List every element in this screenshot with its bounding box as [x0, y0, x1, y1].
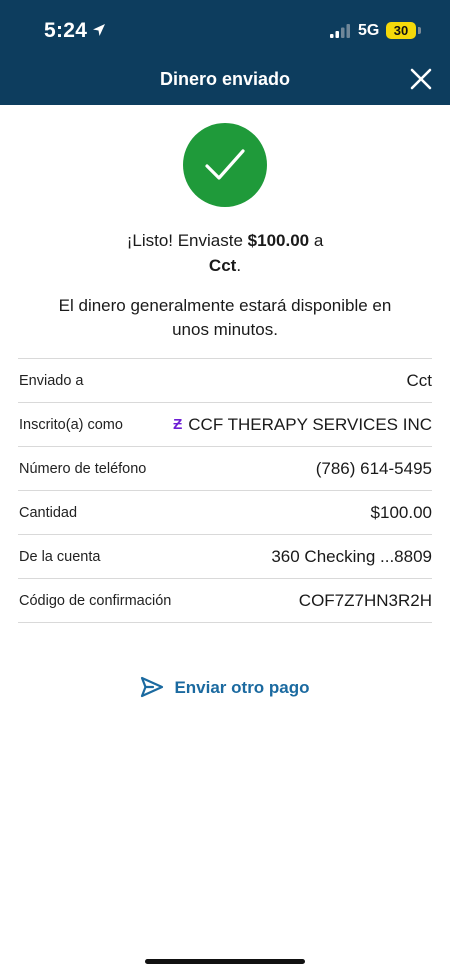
transaction-details: Enviado a Cct Inscrito(a) como Ƶ CCF THER… [18, 358, 432, 623]
success-badge [183, 123, 267, 207]
recipient-name: Cct [208, 256, 237, 275]
detail-row-enrolled-as: Inscrito(a) como Ƶ CCF THERAPY SERVICES I… [18, 403, 432, 447]
confirmation-label: Código de confirmación [19, 593, 172, 609]
zelle-icon: Ƶ [173, 416, 183, 433]
location-arrow-icon [93, 24, 105, 36]
home-indicator[interactable] [145, 959, 305, 964]
enrolled-as-value-wrap: Ƶ CCF THERAPY SERVICES INC [173, 415, 432, 435]
detail-row-phone: Número de teléfono (786) 614-5495 [18, 447, 432, 491]
close-icon[interactable] [408, 66, 434, 92]
success-message-line1: ¡Listo! Enviaste $100.00 a [0, 228, 450, 253]
phone-value: (786) 614-5495 [315, 459, 432, 478]
detail-row-account: De la cuenta 360 Checking ...8809 [18, 535, 432, 579]
page-title: Dinero enviado [159, 69, 291, 89]
app-header: 5:24 5G 30 Dinero enviado [0, 0, 450, 105]
detail-row-sent-to: Enviado a Cct [18, 359, 432, 403]
enrolled-as-value: CCF THERAPY SERVICES INC [188, 415, 432, 434]
account-value: 360 Checking ...8809 [271, 547, 432, 566]
confirmation-value: COF7Z7HN3R2H [298, 591, 432, 610]
send-another-payment-button[interactable]: Enviar otro pago [140, 676, 310, 698]
checkmark-icon [205, 149, 245, 180]
send-again-container: Enviar otro pago [0, 676, 450, 698]
success-message-line2: Cct. [0, 253, 450, 278]
signal-icon [330, 24, 350, 38]
status-bar: 5:24 5G 30 [0, 0, 450, 60]
status-time: 5:24 [44, 19, 88, 42]
phone-label: Número de teléfono [19, 461, 147, 477]
sent-to-value: Cct [406, 371, 433, 390]
account-label: De la cuenta [19, 549, 101, 565]
success-message: ¡Listo! Enviaste $100.00 a Cct. [0, 228, 450, 278]
battery-nub [418, 27, 421, 34]
detail-row-confirmation: Código de confirmación COF7Z7HN3R2H [18, 579, 432, 623]
paper-plane-icon [141, 676, 164, 698]
detail-row-amount: Cantidad $100.00 [18, 491, 432, 535]
battery-icon: 30 [386, 22, 416, 39]
success-message-mid: a [309, 231, 324, 250]
success-message-prefix: ¡Listo! Enviaste [126, 231, 248, 250]
recipient-suffix: . [236, 256, 242, 275]
enrolled-as-label: Inscrito(a) como [19, 417, 123, 433]
send-another-payment-label: Enviar otro pago [174, 678, 310, 697]
amount-label: Cantidad [19, 505, 78, 521]
sent-amount: $100.00 [247, 231, 310, 250]
amount-value: $100.00 [370, 503, 432, 522]
availability-message: El dinero generalmente estará disponible… [58, 296, 392, 339]
sent-to-label: Enviado a [19, 373, 84, 389]
network-label: 5G [358, 22, 380, 39]
